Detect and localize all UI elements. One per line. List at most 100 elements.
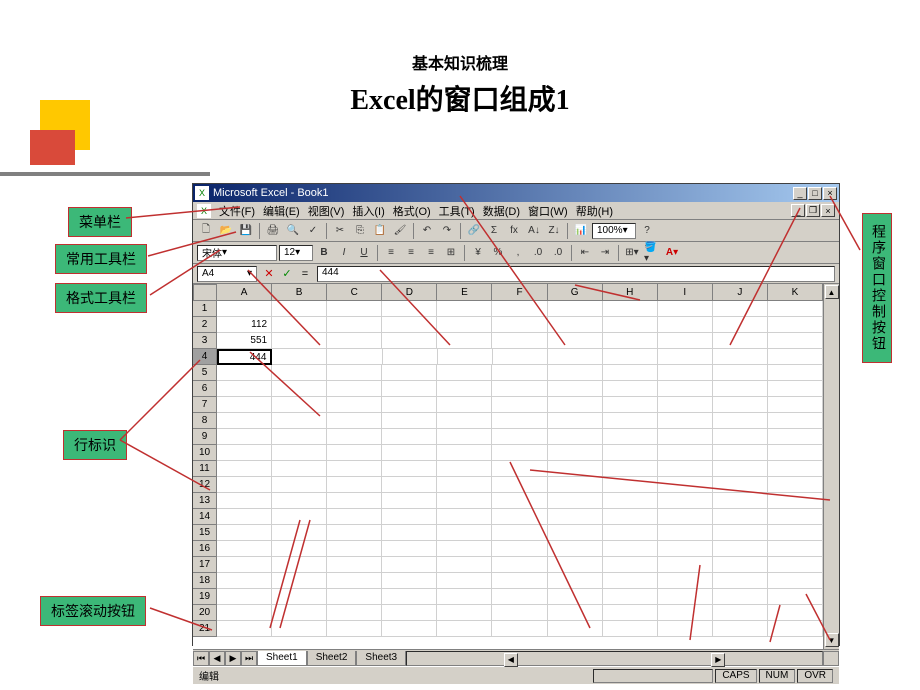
increase-decimal-icon[interactable]: .0 [529, 244, 547, 262]
cell[interactable] [548, 621, 603, 637]
cell[interactable] [217, 509, 272, 525]
cell[interactable] [713, 317, 768, 333]
cell[interactable] [768, 573, 823, 589]
cell[interactable] [658, 477, 713, 493]
copy-icon[interactable]: ⎘ [351, 222, 369, 240]
cell[interactable] [272, 477, 327, 493]
cell[interactable] [492, 333, 547, 349]
cell[interactable] [713, 445, 768, 461]
cell[interactable] [327, 317, 382, 333]
cell[interactable] [437, 525, 492, 541]
cell[interactable] [327, 429, 382, 445]
cell[interactable] [713, 461, 768, 477]
font-size-combo[interactable]: 12 ▾ [279, 245, 313, 261]
column-header[interactable]: K [768, 284, 823, 301]
merge-icon[interactable]: ⊞ [442, 244, 460, 262]
doc-restore-button[interactable]: ❐ [806, 204, 820, 217]
cell[interactable] [492, 445, 547, 461]
cell[interactable] [272, 397, 327, 413]
row-header[interactable]: 8 [193, 413, 217, 429]
cell[interactable] [713, 541, 768, 557]
row-header[interactable]: 1 [193, 301, 217, 317]
row-header[interactable]: 17 [193, 557, 217, 573]
cell[interactable] [603, 589, 658, 605]
cell[interactable] [272, 605, 327, 621]
cell[interactable] [603, 621, 658, 637]
cell[interactable] [658, 397, 713, 413]
cell[interactable] [548, 589, 603, 605]
autosum-icon[interactable]: Σ [485, 222, 503, 240]
cell[interactable] [658, 573, 713, 589]
cell[interactable] [382, 461, 437, 477]
row-header[interactable]: 16 [193, 541, 217, 557]
menu-format[interactable]: 格式(O) [393, 203, 431, 219]
sort-desc-icon[interactable]: Z↓ [545, 222, 563, 240]
cell[interactable] [603, 525, 658, 541]
save-icon[interactable]: 💾 [237, 222, 255, 240]
cell[interactable] [382, 413, 437, 429]
format-painter-icon[interactable]: 🖌 [391, 222, 409, 240]
cell[interactable] [327, 477, 382, 493]
function-icon[interactable]: fx [505, 222, 523, 240]
cell[interactable] [658, 413, 713, 429]
doc-close-button[interactable]: × [821, 204, 835, 217]
font-color-icon[interactable]: A▾ [663, 244, 681, 262]
cell[interactable] [382, 301, 437, 317]
column-header[interactable]: C [327, 284, 382, 301]
cell[interactable] [382, 445, 437, 461]
cell[interactable] [493, 349, 548, 365]
row-header[interactable]: 10 [193, 445, 217, 461]
titlebar[interactable]: X Microsoft Excel - Book1 _ □ × [193, 184, 839, 202]
cell[interactable] [492, 589, 547, 605]
row-header[interactable]: 18 [193, 573, 217, 589]
cell[interactable] [658, 509, 713, 525]
cell[interactable] [272, 493, 327, 509]
cell[interactable] [658, 301, 713, 317]
cell[interactable] [492, 557, 547, 573]
cell[interactable] [548, 477, 603, 493]
cell[interactable] [437, 493, 492, 509]
cell[interactable] [272, 621, 327, 637]
cell[interactable] [548, 365, 603, 381]
cell[interactable] [217, 493, 272, 509]
cell[interactable] [768, 477, 823, 493]
cell[interactable] [217, 573, 272, 589]
tab-prev-icon[interactable]: ◀ [209, 651, 225, 666]
cell[interactable] [492, 525, 547, 541]
redo-icon[interactable]: ↷ [438, 222, 456, 240]
tab-first-icon[interactable]: ⏮ [193, 651, 209, 666]
cell[interactable] [768, 429, 823, 445]
cell[interactable] [437, 333, 492, 349]
cell[interactable] [713, 301, 768, 317]
cell[interactable] [548, 557, 603, 573]
cell[interactable] [382, 381, 437, 397]
cell[interactable] [382, 317, 437, 333]
cell[interactable] [272, 573, 327, 589]
cell[interactable] [768, 605, 823, 621]
cell[interactable] [658, 317, 713, 333]
cell[interactable] [603, 365, 658, 381]
row-header[interactable]: 6 [193, 381, 217, 397]
cell[interactable] [548, 525, 603, 541]
cell[interactable] [658, 541, 713, 557]
cell[interactable] [713, 509, 768, 525]
cell[interactable] [437, 621, 492, 637]
align-right-icon[interactable]: ≡ [422, 244, 440, 262]
row-header[interactable]: 7 [193, 397, 217, 413]
cell[interactable] [603, 461, 658, 477]
column-header[interactable]: I [658, 284, 713, 301]
cell[interactable] [768, 397, 823, 413]
enter-icon[interactable]: ✓ [279, 266, 295, 282]
cell[interactable] [713, 493, 768, 509]
cell[interactable] [327, 413, 382, 429]
cell[interactable] [768, 333, 823, 349]
cell[interactable] [217, 525, 272, 541]
cell[interactable] [658, 445, 713, 461]
preview-icon[interactable]: 🔍 [284, 222, 302, 240]
menu-help[interactable]: 帮助(H) [576, 203, 613, 219]
menu-data[interactable]: 数据(D) [483, 203, 520, 219]
column-header[interactable]: D [382, 284, 437, 301]
sort-asc-icon[interactable]: A↓ [525, 222, 543, 240]
cell[interactable] [272, 301, 327, 317]
cell[interactable] [492, 621, 547, 637]
